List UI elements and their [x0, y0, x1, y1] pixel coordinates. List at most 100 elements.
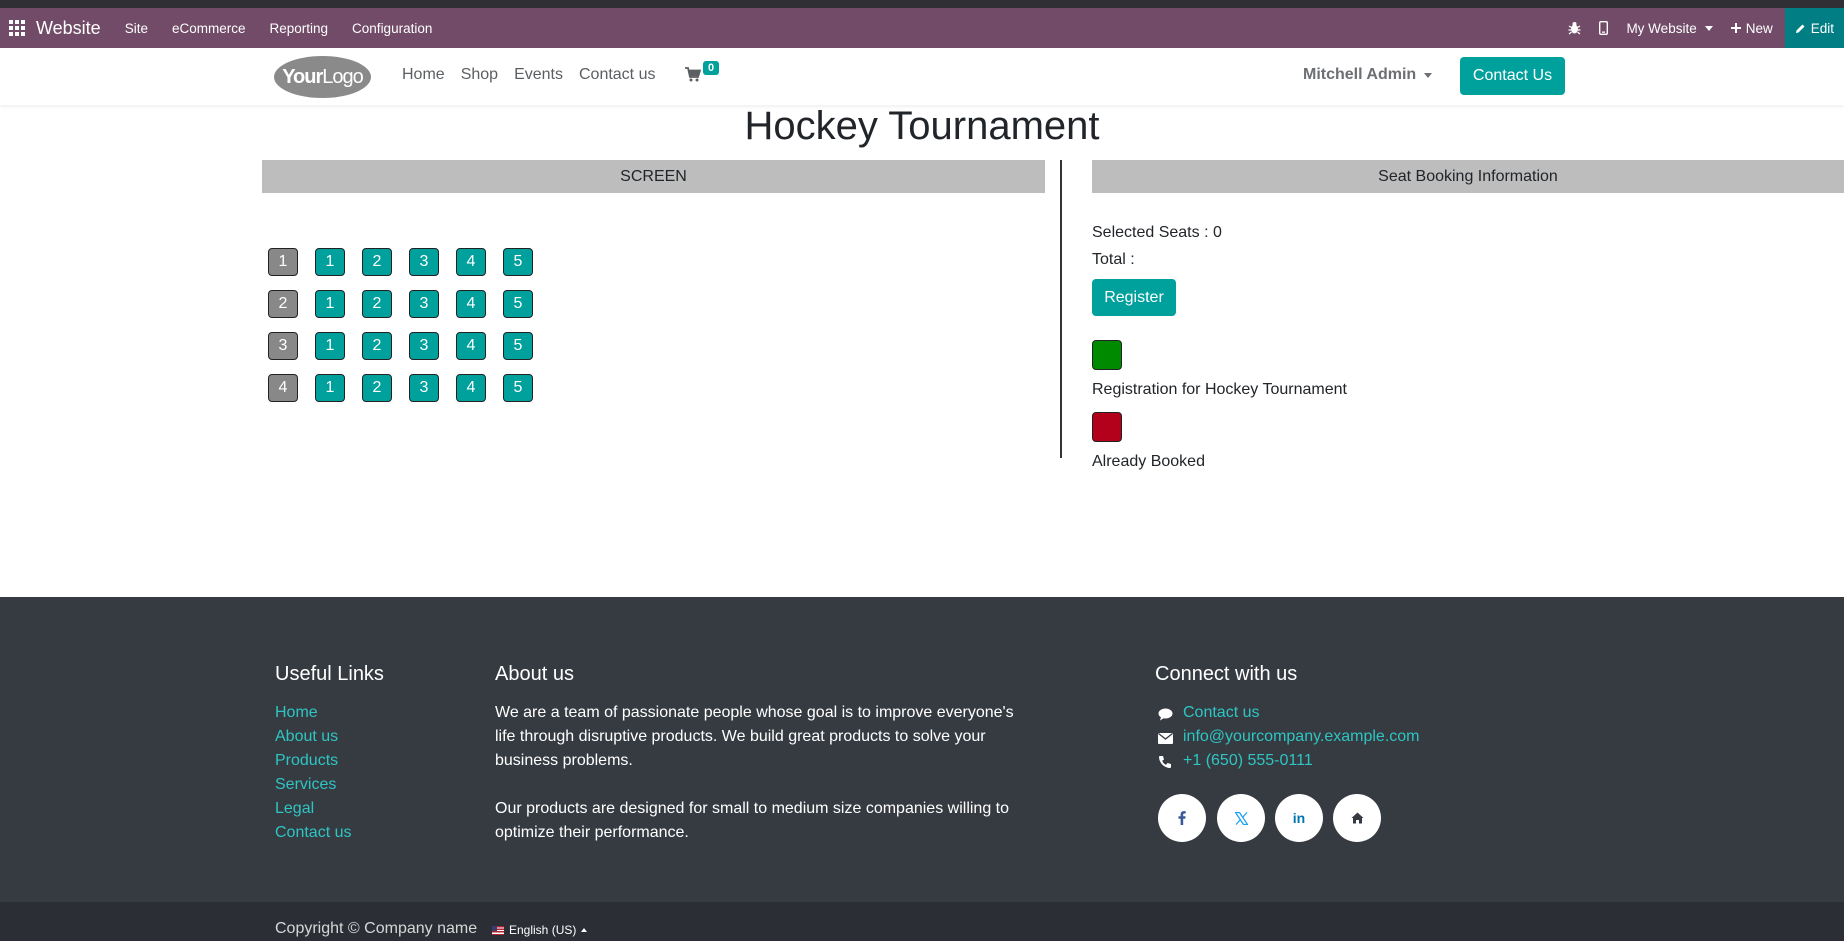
- seat[interactable]: 2: [362, 290, 392, 318]
- logo-text-bold: Your: [282, 65, 323, 88]
- seat[interactable]: 2: [362, 374, 392, 402]
- seat[interactable]: 3: [409, 248, 439, 276]
- row-label: 4: [268, 374, 298, 402]
- legend-available-swatch: [1092, 340, 1122, 370]
- seat[interactable]: 5: [503, 290, 533, 318]
- chevron-down-icon: [1704, 25, 1713, 31]
- seat[interactable]: 1: [315, 290, 345, 318]
- apps-menu-icon[interactable]: [2, 8, 32, 48]
- menu-ecommerce[interactable]: eCommerce: [172, 21, 246, 36]
- site-header: Your Logo Home Shop Events Contact us 0 M…: [0, 48, 1844, 105]
- footer: Useful Links Home About us Products Serv…: [0, 597, 1844, 902]
- footer-link-legal[interactable]: Legal: [275, 800, 314, 818]
- about-us-text-2: Our products are designed for small to m…: [495, 797, 1009, 845]
- vertical-divider: [1060, 160, 1062, 458]
- nav-home[interactable]: Home: [402, 66, 445, 84]
- about-line: optimize their performance.: [495, 824, 689, 841]
- seat[interactable]: 5: [503, 248, 533, 276]
- nav-contact-us[interactable]: Contact us: [579, 66, 655, 84]
- window-top-strip: [0, 0, 1844, 8]
- footer-link-products[interactable]: Products: [275, 752, 338, 770]
- user-menu[interactable]: Mitchell Admin: [1303, 66, 1433, 84]
- seat[interactable]: 1: [315, 248, 345, 276]
- x-twitter-icon[interactable]: [1217, 794, 1265, 842]
- mobile-preview-icon[interactable]: [1599, 21, 1609, 35]
- footer-link-home[interactable]: Home: [275, 704, 318, 722]
- home-icon[interactable]: [1333, 794, 1381, 842]
- menu-configuration[interactable]: Configuration: [352, 21, 432, 36]
- total-label: Total :: [1092, 251, 1135, 268]
- shopping-cart-icon: [685, 67, 701, 82]
- seat-row: 4 1 2 3 4 5: [268, 374, 533, 402]
- legend-available-label: Registration for Hockey Tournament: [1092, 381, 1347, 398]
- menu-site[interactable]: Site: [125, 21, 148, 36]
- seat[interactable]: 4: [456, 248, 486, 276]
- menu-reporting[interactable]: Reporting: [270, 21, 329, 36]
- new-button-label: New: [1745, 20, 1773, 36]
- nav-events[interactable]: Events: [514, 66, 563, 84]
- seat[interactable]: 4: [456, 374, 486, 402]
- connect-title: Connect with us: [1155, 663, 1298, 685]
- language-selector[interactable]: English (US): [492, 923, 588, 937]
- nav-shop[interactable]: Shop: [461, 66, 498, 84]
- seat[interactable]: 3: [409, 332, 439, 360]
- row-label: 2: [268, 290, 298, 318]
- seat-booking-header: Seat Booking Information: [1092, 160, 1844, 193]
- about-line: business problems.: [495, 752, 633, 769]
- comment-icon: [1157, 706, 1173, 722]
- about-line: Our products are designed for small to m…: [495, 800, 1010, 817]
- seat[interactable]: 5: [503, 374, 533, 402]
- pencil-icon: [1795, 24, 1805, 33]
- seat[interactable]: 2: [362, 248, 392, 276]
- screen-label: SCREEN: [262, 160, 1045, 193]
- seat[interactable]: 4: [456, 290, 486, 318]
- us-flag-icon: [492, 925, 504, 935]
- new-button[interactable]: New: [1730, 20, 1773, 36]
- plus-icon: [1730, 23, 1741, 33]
- edit-button-label: Edit: [1810, 20, 1834, 36]
- user-name: Mitchell Admin: [1303, 66, 1417, 83]
- company-logo[interactable]: Your Logo: [274, 56, 371, 98]
- website-selector[interactable]: My Website: [1626, 20, 1713, 36]
- seat[interactable]: 3: [409, 374, 439, 402]
- app-brand[interactable]: Website: [36, 18, 101, 39]
- seat[interactable]: 5: [503, 332, 533, 360]
- chevron-up-icon: [581, 928, 588, 932]
- useful-links-title: Useful Links: [275, 663, 384, 685]
- debug-bug-icon[interactable]: [1568, 21, 1581, 35]
- cart-link[interactable]: 0: [685, 61, 720, 82]
- seat[interactable]: 2: [362, 332, 392, 360]
- footer-link-about-us[interactable]: About us: [275, 728, 338, 746]
- seat-row: 3 1 2 3 4 5: [268, 332, 533, 360]
- footer-email-link[interactable]: info@yourcompany.example.com: [1183, 728, 1420, 746]
- footer-contact-link[interactable]: Contact us: [1183, 704, 1259, 722]
- envelope-icon: [1157, 730, 1173, 746]
- seat-row: 2 1 2 3 4 5: [268, 290, 533, 318]
- main-nav: Home Shop Events Contact us: [402, 66, 655, 84]
- website-selector-label: My Website: [1626, 20, 1697, 36]
- phone-icon: [1157, 754, 1173, 770]
- footer-link-contact-us[interactable]: Contact us: [275, 824, 351, 842]
- edit-button[interactable]: Edit: [1784, 8, 1844, 48]
- about-line: life through disruptive products. We bui…: [495, 728, 986, 745]
- footer-link-services[interactable]: Services: [275, 776, 336, 794]
- copyright-text: Copyright © Company name: [275, 920, 478, 937]
- footer-phone-link[interactable]: +1 (650) 555-0111: [1183, 752, 1313, 770]
- linkedin-icon[interactable]: in: [1275, 794, 1323, 842]
- admin-navbar: Website Site eCommerce Reporting Configu…: [0, 8, 1844, 48]
- facebook-icon[interactable]: [1158, 794, 1206, 842]
- chevron-down-icon: [1424, 72, 1433, 78]
- about-us-title: About us: [495, 663, 574, 685]
- selected-seats-count: Selected Seats : 0: [1092, 224, 1222, 241]
- page-title: Hockey Tournament: [744, 104, 1100, 148]
- row-label: 3: [268, 332, 298, 360]
- legend-booked-swatch: [1092, 412, 1122, 442]
- seat-row: 1 1 2 3 4 5: [268, 248, 533, 276]
- seat[interactable]: 1: [315, 374, 345, 402]
- seat[interactable]: 3: [409, 290, 439, 318]
- register-button[interactable]: Register: [1092, 279, 1176, 316]
- seat[interactable]: 1: [315, 332, 345, 360]
- language-label: English (US): [509, 923, 577, 937]
- seat[interactable]: 4: [456, 332, 486, 360]
- contact-us-button[interactable]: Contact Us: [1460, 57, 1565, 95]
